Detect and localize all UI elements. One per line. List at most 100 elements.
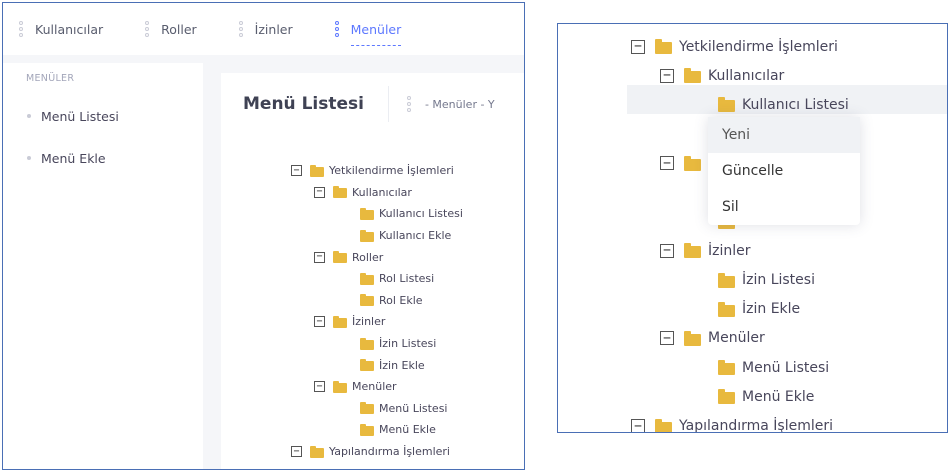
tree-node-label: İzin Listesi (742, 272, 815, 289)
dots-icon (334, 21, 339, 37)
tree-node-label: Menüler (352, 380, 397, 394)
tree-node-label: Rol Ekle (379, 293, 423, 307)
collapse-box-icon[interactable]: − (660, 331, 674, 346)
folder-icon (718, 301, 735, 317)
folder-icon (360, 294, 374, 307)
collapse-box-icon[interactable]: − (314, 251, 325, 263)
tree-node[interactable]: − İzinler (291, 311, 463, 333)
tab-label: Kullanıcılar (35, 21, 104, 37)
tree-node[interactable]: − Menüler (631, 324, 849, 353)
tab-label: Roller (161, 21, 197, 37)
tree-node[interactable]: İzin Ekle (291, 354, 463, 376)
folder-icon (718, 360, 735, 376)
tree-node[interactable]: − Yapılandırma İşlemleri (291, 441, 463, 463)
tree-node[interactable]: − Yetkilendirme İşlemleri (631, 32, 849, 61)
tree-node-label: İzin Ekle (379, 358, 425, 372)
bullet-icon (27, 156, 31, 160)
tree-node-label: Rol Listesi (379, 272, 435, 286)
folder-icon (333, 380, 347, 393)
folder-icon (333, 315, 347, 328)
folder-icon (684, 155, 701, 171)
zoomed-tree-panel: − Yetkilendirme İşlemleri − Kullanıcılar Kul… (557, 23, 948, 433)
tree-node-label: Kullanıcılar (352, 185, 412, 199)
folder-icon (310, 445, 324, 458)
bullet-icon (27, 114, 31, 118)
tree-node-label: Roller (352, 250, 384, 264)
tree-node-label: Menü Listesi (379, 401, 448, 415)
collapse-box-icon[interactable]: − (660, 156, 674, 171)
tree-node-label: Menüler (708, 330, 765, 347)
tree-node[interactable]: Menü Listesi (291, 398, 463, 420)
tab-label: Menüler (350, 22, 402, 46)
context-menu-delete[interactable]: Sil (708, 189, 860, 225)
breadcrumb: - Menüler - Y (424, 97, 495, 111)
tree-node[interactable]: İzin Listesi (291, 333, 463, 355)
folder-icon (360, 272, 374, 285)
tree-node-label: Yapılandırma İşlemleri (679, 418, 833, 433)
context-menu-update[interactable]: Güncelle (708, 153, 860, 189)
collapse-box-icon[interactable]: − (314, 381, 325, 393)
collapse-box-icon[interactable]: − (314, 186, 325, 198)
tree-node[interactable]: Kullanıcı Listesi (291, 203, 463, 225)
tree-node[interactable]: İzin Listesi (631, 266, 849, 295)
dots-icon (238, 21, 243, 37)
tree-node[interactable]: Menü Ekle (291, 419, 463, 441)
folder-icon (718, 389, 735, 405)
collapse-box-icon[interactable]: − (291, 165, 302, 177)
tree-node[interactable]: Menü Listesi (631, 353, 849, 382)
tree-node[interactable]: − Yetkilendirme İşlemleri (291, 160, 463, 182)
tree-node[interactable]: − Kullanıcılar (631, 61, 849, 90)
tree-node-label: İzin Ekle (742, 301, 801, 318)
tree-node-label: İzinler (708, 242, 751, 259)
collapse-box-icon[interactable]: − (291, 446, 302, 458)
tree-node[interactable]: Rol Ekle (291, 290, 463, 312)
tree-node-label: Yetkilendirme İşlemleri (679, 38, 838, 55)
tree-node[interactable]: Kullanıcı Listesi (631, 90, 849, 119)
folder-icon (718, 97, 735, 113)
tree-node-label: Menü Listesi (742, 359, 830, 376)
collapse-box-icon[interactable]: − (660, 243, 674, 258)
sidebar-item-menu-ekle[interactable]: Menü Ekle (3, 148, 203, 168)
collapse-box-icon[interactable]: − (314, 316, 325, 328)
menu-tree: − Yetkilendirme İşlemleri − Kullanıcılar Kul… (291, 160, 463, 462)
collapse-box-icon[interactable]: − (660, 68, 674, 83)
tab-roller[interactable]: Roller (145, 21, 197, 37)
tree-node[interactable]: − Yapılandırma İşlemleri (631, 411, 849, 433)
context-menu-new[interactable]: Yeni (708, 117, 860, 153)
folder-icon (684, 68, 701, 84)
tree-node-label: Kullanıcı Listesi (379, 207, 463, 221)
collapse-box-icon[interactable]: − (631, 419, 645, 432)
divider (387, 86, 389, 122)
sidebar-item-menu-listesi[interactable]: Menü Listesi (3, 106, 203, 126)
tree-node[interactable]: Kullanıcı Ekle (291, 225, 463, 247)
tree-node[interactable]: Menü Ekle (631, 382, 849, 411)
folder-icon (655, 39, 672, 55)
tree-node[interactable]: Rol Listesi (291, 268, 463, 290)
folder-icon (333, 186, 347, 199)
context-menu: Yeni Güncelle Sil (708, 117, 860, 225)
tree-node[interactable]: İzin Ekle (631, 295, 849, 324)
folder-icon (360, 402, 374, 415)
tab-label: İzinler (254, 21, 293, 37)
tree-node[interactable]: − Menüler (291, 376, 463, 398)
dots-icon (406, 96, 411, 112)
collapse-box-icon[interactable]: − (631, 39, 645, 54)
folder-icon (718, 272, 735, 288)
sidebar: MENÜLER Menü Listesi Menü Ekle (3, 63, 203, 469)
folder-icon (360, 359, 374, 372)
tree-node-label: Menü Ekle (379, 423, 436, 437)
folder-icon (360, 423, 374, 436)
tree-node-label: Yapılandırma İşlemleri (329, 445, 450, 459)
tab-kullanicilar[interactable]: Kullanıcılar (19, 21, 103, 37)
tree-node[interactable]: − İzinler (631, 236, 849, 265)
tree-node-label: İzinler (352, 315, 386, 329)
tree-node-label: Kullanıcı Listesi (742, 96, 849, 113)
dots-icon (19, 21, 23, 37)
folder-icon (360, 229, 374, 242)
tab-izinler[interactable]: İzinler (238, 21, 293, 37)
app-screenshot-panel: Kullanıcılar Roller İzinler Menüler MENÜ… (2, 2, 525, 470)
tree-node-label: Yetkilendirme İşlemleri (329, 164, 454, 178)
tab-menuler[interactable]: Menüler (334, 12, 402, 46)
tree-node[interactable]: − Kullanıcılar (291, 182, 463, 204)
tree-node[interactable]: − Roller (291, 246, 463, 268)
